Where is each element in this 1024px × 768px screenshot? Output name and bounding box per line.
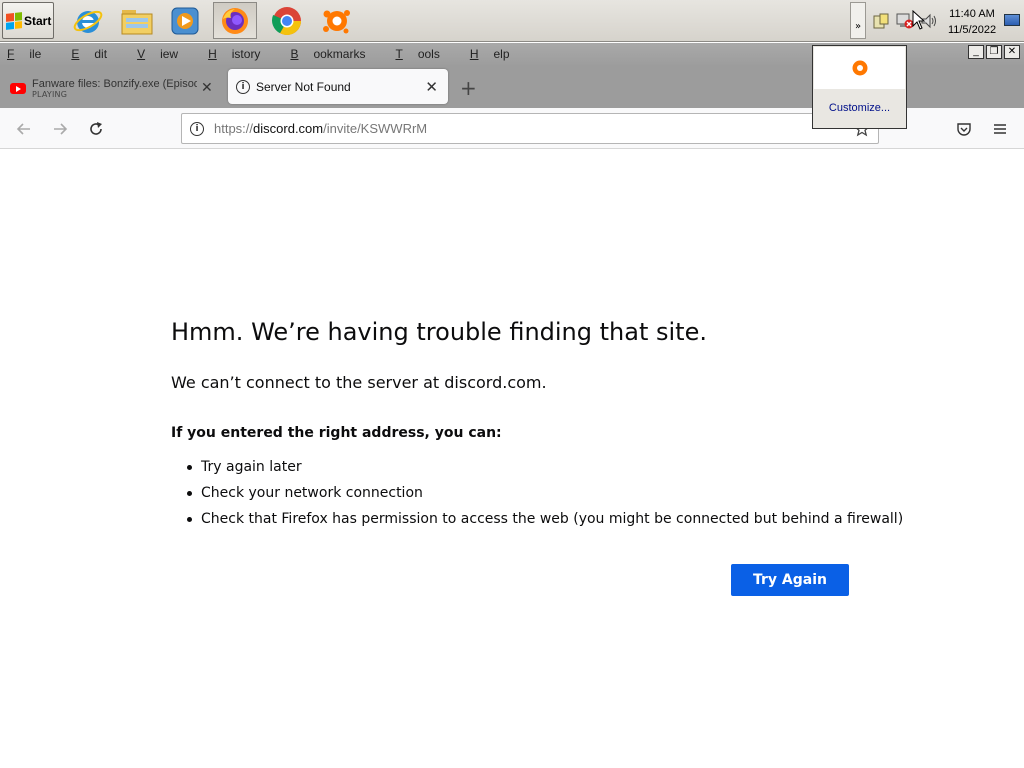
error-title: Hmm. We’re having trouble finding that s…: [171, 318, 707, 346]
clock-date: 11/5/2022: [947, 24, 997, 36]
reload-button[interactable]: [84, 117, 108, 141]
try-again-button[interactable]: Try Again: [731, 564, 849, 596]
menu-file[interactable]: File: [7, 47, 56, 61]
back-arrow-icon: [16, 123, 30, 135]
mouse-cursor-icon: [912, 10, 926, 30]
firefox-icon[interactable]: [213, 2, 257, 39]
clock[interactable]: 11:40 AM 11/5/2022: [942, 6, 1002, 38]
new-tab-button[interactable]: +: [460, 76, 477, 100]
youtube-icon: [10, 82, 26, 94]
info-icon: i: [236, 79, 250, 94]
menu-view[interactable]: View: [137, 47, 193, 61]
avast-tray-icon[interactable]: [851, 59, 869, 77]
minimize-button[interactable]: _: [968, 45, 984, 59]
taskbar: Start » 11:40 AM 11/5/2022: [0, 0, 1024, 42]
pocket-icon: [957, 123, 971, 136]
url-text: https://discord.com/invite/KSWWRrM: [214, 121, 428, 136]
menu-edit[interactable]: Edit: [71, 47, 122, 61]
pocket-button[interactable]: [952, 117, 976, 141]
action-center-icon[interactable]: [872, 12, 890, 30]
tab-active[interactable]: i Server Not Found ✕: [228, 69, 448, 104]
reload-icon: [90, 122, 102, 135]
menu-history[interactable]: History: [208, 47, 275, 61]
app-menu-button[interactable]: [988, 117, 1012, 141]
site-info-icon[interactable]: i: [190, 121, 204, 136]
menu-bookmarks[interactable]: Bookmarks: [290, 47, 380, 61]
start-button[interactable]: Start: [2, 2, 54, 39]
windows-logo-icon: [6, 11, 22, 30]
clock-time: 11:40 AM: [949, 8, 995, 20]
forward-arrow-icon: [54, 123, 68, 135]
forward-button[interactable]: [48, 117, 72, 141]
url-bar[interactable]: i https://discord.com/invite/KSWWRrM: [181, 113, 879, 144]
file-explorer-icon[interactable]: [115, 2, 159, 39]
restore-button[interactable]: ❐: [986, 45, 1002, 59]
tab-background[interactable]: Fanware files: Bonzify.exe (Episod PLAYI…: [6, 71, 218, 105]
avast-icon[interactable]: [314, 2, 358, 39]
tab-title: Server Not Found: [256, 79, 351, 94]
tab-playing-status: PLAYING: [32, 89, 68, 99]
close-tab-icon[interactable]: ✕: [425, 78, 438, 96]
close-window-button[interactable]: ✕: [1004, 45, 1020, 59]
customize-link[interactable]: Customize...: [813, 102, 906, 114]
menu-help[interactable]: Help: [470, 47, 525, 61]
internet-explorer-icon[interactable]: [66, 2, 110, 39]
show-hidden-icons-button[interactable]: »: [850, 2, 866, 39]
chevron-down-icon: »: [854, 21, 862, 32]
tray-overflow-icons: [814, 47, 905, 89]
list-item: Check your network connection: [187, 484, 903, 510]
start-label: Start: [24, 13, 52, 28]
close-tab-icon[interactable]: ✕: [201, 80, 213, 96]
hamburger-menu-icon: [994, 124, 1006, 134]
show-desktop-icon[interactable]: [1004, 14, 1020, 26]
system-tray: » 11:40 AM 11/5/2022: [850, 2, 1024, 40]
tab-title: Fanware files: Bonzify.exe (Episod: [32, 77, 197, 90]
menu-tools[interactable]: Tools: [395, 47, 454, 61]
tray-overflow-popup: Customize...: [812, 45, 907, 129]
error-description: We can’t connect to the server at discor…: [171, 373, 547, 392]
media-player-icon[interactable]: [163, 2, 207, 39]
suggestion-list: Try again later Check your network conne…: [187, 458, 903, 536]
back-button[interactable]: [12, 117, 36, 141]
list-item: Check that Firefox has permission to acc…: [187, 510, 903, 536]
window-controls: _ ❐ ✕: [968, 45, 1020, 59]
error-hint-heading: If you entered the right address, you ca…: [171, 425, 502, 441]
list-item: Try again later: [187, 458, 903, 484]
chrome-icon[interactable]: [265, 2, 309, 39]
